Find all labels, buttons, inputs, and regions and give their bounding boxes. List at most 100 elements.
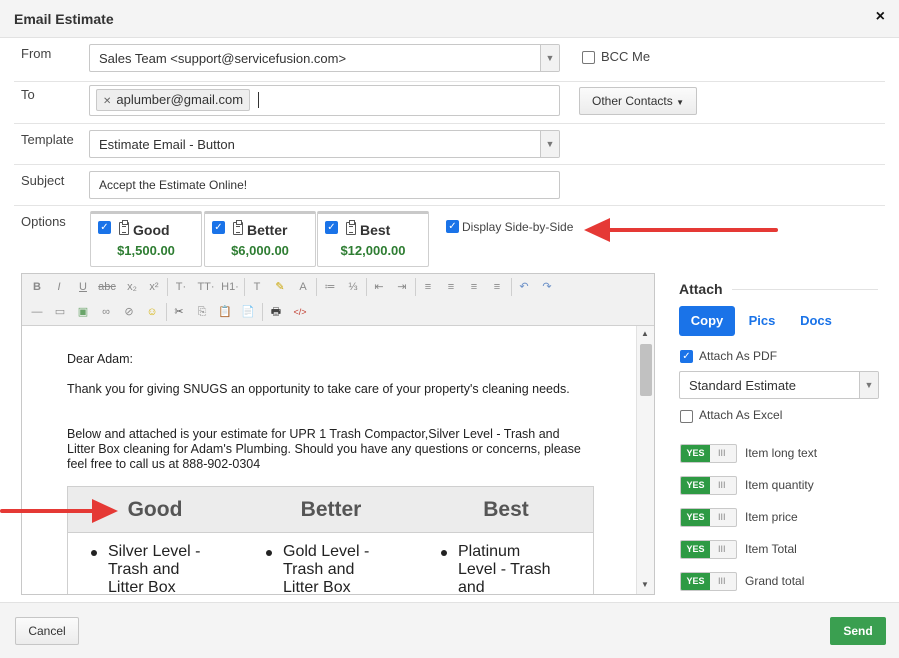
copy-button[interactable]: ⎘ <box>191 302 213 322</box>
email-paragraph: Below and attached is your estimate for … <box>67 427 581 471</box>
source-code-button[interactable]: </> <box>289 302 311 322</box>
option-checkbox[interactable]: ✓ <box>98 221 111 234</box>
toggle-item-price[interactable]: YES III <box>680 508 737 527</box>
undo-button[interactable]: ↶ <box>513 277 535 297</box>
text-cursor <box>258 92 259 108</box>
font-size-button[interactable]: TT· <box>194 277 218 297</box>
scroll-down-icon[interactable]: ▼ <box>641 580 649 589</box>
attach-excel-checkbox[interactable] <box>680 410 693 423</box>
bcc-checkbox[interactable] <box>582 51 595 64</box>
align-right-button[interactable]: ≡ <box>463 277 485 297</box>
numbered-list-button[interactable]: ⅓ <box>342 277 364 297</box>
tab-copy[interactable]: Copy <box>679 306 735 336</box>
cancel-button[interactable]: Cancel <box>15 617 79 645</box>
scrollbar-thumb[interactable] <box>640 344 652 396</box>
chevron-down-icon: ▼ <box>859 372 878 398</box>
scroll-up-icon[interactable]: ▲ <box>641 329 649 338</box>
table-header-cell: Best <box>483 498 529 521</box>
heading-button[interactable]: H1· <box>218 277 242 297</box>
tab-pics[interactable]: Pics <box>740 306 784 336</box>
option-price: $12,000.00 <box>340 243 406 258</box>
toggle-item-total[interactable]: YES III <box>680 540 737 559</box>
option-checkbox[interactable]: ✓ <box>325 221 338 234</box>
divider <box>732 289 878 290</box>
option-card-better[interactable]: ✓ Better $6,000.00 <box>204 211 316 267</box>
editor-content[interactable]: Dear Adam: Thank you for giving SNUGS an… <box>22 326 636 594</box>
underline-button[interactable]: U <box>72 277 94 297</box>
remove-tag-icon[interactable]: ✕ <box>103 96 111 107</box>
bcc-label: BCC Me <box>601 49 651 64</box>
table-button[interactable]: ▭ <box>49 302 71 322</box>
link-button[interactable]: ∞ <box>95 302 117 322</box>
option-card-best[interactable]: ✓ Best $12,000.00 <box>317 211 429 267</box>
rich-text-editor[interactable]: B I U abc x₂ x² T· TT· H1· T ✎ A ≔ ⅓ ⇤ ⇥… <box>21 273 655 595</box>
toggle-label: Item long text <box>745 446 818 460</box>
redo-button[interactable]: ↷ <box>536 277 558 297</box>
pdf-format-select[interactable]: Standard Estimate ▼ <box>679 371 879 399</box>
dialog-title: Email Estimate <box>14 11 114 27</box>
option-checkbox[interactable]: ✓ <box>212 221 225 234</box>
option-price: $1,500.00 <box>117 243 175 258</box>
toggle-grip-icon: III <box>718 480 726 490</box>
print-button[interactable]: 🖶 <box>265 302 287 322</box>
toolbar-separator <box>262 303 263 321</box>
option-price: $6,000.00 <box>231 243 289 258</box>
strikethrough-button[interactable]: abc <box>96 277 118 297</box>
to-label: To <box>21 87 35 102</box>
indent-button[interactable]: ⇥ <box>391 277 413 297</box>
bold-button[interactable]: B <box>26 277 48 297</box>
toggle-yes: YES <box>681 541 710 558</box>
close-icon[interactable]: × <box>876 8 885 26</box>
send-button[interactable]: Send <box>830 617 886 645</box>
superscript-button[interactable]: x² <box>143 277 165 297</box>
table-cell: Gold Level - Trash and Litter Box <box>283 543 370 594</box>
highlight-button[interactable]: ✎ <box>269 277 291 297</box>
horizontal-rule-button[interactable]: — <box>26 302 48 322</box>
side-by-side-checkbox[interactable]: ✓ <box>446 220 459 233</box>
image-button[interactable]: ▣ <box>72 302 94 322</box>
toggle-grip-icon: III <box>718 448 726 458</box>
attach-excel-label: Attach As Excel <box>699 408 783 422</box>
clear-format-button[interactable]: T <box>246 277 268 297</box>
italic-button[interactable]: I <box>48 277 70 297</box>
from-label: From <box>21 46 52 61</box>
options-label: Options <box>21 214 66 229</box>
emoji-button[interactable]: ☺ <box>141 302 163 322</box>
attach-title: Attach <box>679 281 723 297</box>
toggle-item-long-text[interactable]: YES III <box>680 444 737 463</box>
from-select[interactable]: Sales Team <support@servicefusion.com> ▼ <box>89 44 560 72</box>
tab-docs[interactable]: Docs <box>792 306 840 336</box>
attach-pdf-checkbox[interactable]: ✓ <box>680 350 693 363</box>
toolbar-separator <box>166 303 167 321</box>
other-contacts-label: Other Contacts <box>592 94 673 108</box>
editor-scrollbar[interactable]: ▲ ▼ <box>636 326 654 594</box>
text-color-button[interactable]: A <box>292 277 314 297</box>
email-paragraph: Thank you for giving SNUGS an opportunit… <box>67 382 570 396</box>
bullet-list-button[interactable]: ≔ <box>319 277 341 297</box>
toggle-grand-total[interactable]: YES III <box>680 572 737 591</box>
option-card-good[interactable]: ✓ Good $1,500.00 <box>90 211 202 267</box>
justify-button[interactable]: ≡ <box>486 277 508 297</box>
recipient-tag[interactable]: ✕ aplumber@gmail.com <box>96 89 251 111</box>
clipboard-icon <box>346 220 356 235</box>
align-center-button[interactable]: ≡ <box>440 277 462 297</box>
divider <box>14 164 885 165</box>
side-by-side-label: Display Side-by-Side <box>462 220 574 234</box>
subject-label: Subject <box>21 173 65 188</box>
paste-button[interactable]: 📋 <box>214 302 236 322</box>
toolbar-separator <box>316 278 317 296</box>
arrow-shaft <box>0 509 96 513</box>
recipient-email: aplumber@gmail.com <box>116 92 244 107</box>
subscript-button[interactable]: x₂ <box>121 277 143 297</box>
subject-input[interactable]: Accept the Estimate Online! <box>89 171 560 199</box>
toggle-item-quantity[interactable]: YES III <box>680 476 737 495</box>
template-select[interactable]: Estimate Email - Button ▼ <box>89 130 560 158</box>
cut-button[interactable]: ✂ <box>168 302 190 322</box>
paste-text-button[interactable]: 📄 <box>237 302 259 322</box>
font-family-button[interactable]: T· <box>170 277 192 297</box>
arrow-head-left-icon <box>584 218 610 242</box>
unlink-button[interactable]: ⊘ <box>118 302 140 322</box>
other-contacts-button[interactable]: Other Contacts ▼ <box>579 87 697 115</box>
outdent-button[interactable]: ⇤ <box>368 277 390 297</box>
align-left-button[interactable]: ≡ <box>417 277 439 297</box>
